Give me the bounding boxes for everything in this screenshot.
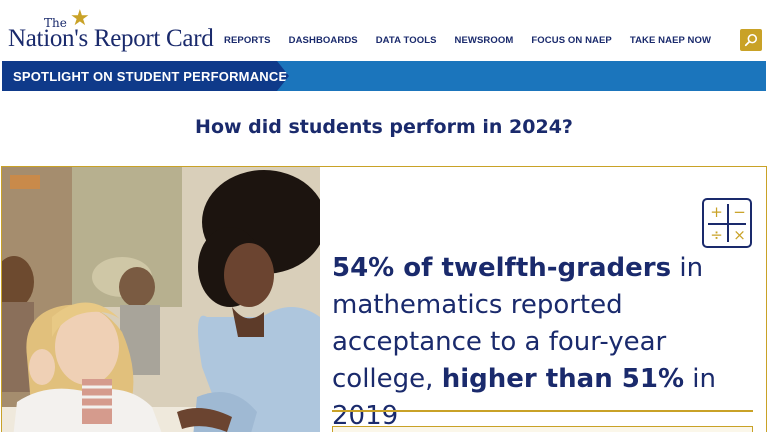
- stat-highlight-1: 54% of twelfth-graders: [332, 253, 672, 283]
- nav-reports[interactable]: REPORTS: [224, 35, 271, 46]
- search-icon: [744, 33, 758, 47]
- nav-focus-on-naep[interactable]: FOCUS ON NAEP: [531, 35, 611, 46]
- main-nav: REPORTS DASHBOARDS DATA TOOLS NEWSROOM F…: [224, 35, 729, 46]
- logo-main-text: Nation's Report Card: [8, 25, 214, 52]
- nav-data-tools[interactable]: DATA TOOLS: [376, 35, 437, 46]
- search-button[interactable]: [740, 29, 762, 51]
- nav-newsroom[interactable]: NEWSROOM: [455, 35, 514, 46]
- nav-take-naep-now[interactable]: TAKE NAEP NOW: [630, 35, 711, 46]
- site-logo[interactable]: The ★ Nation's Report Card: [8, 6, 214, 53]
- calculator-icon: + − ÷ ×: [702, 198, 752, 248]
- minus-symbol: −: [733, 203, 746, 221]
- nav-dashboards[interactable]: DASHBOARDS: [289, 35, 358, 46]
- statistic-text: 54% of twelfth-graders in mathematics re…: [332, 250, 762, 432]
- spotlight-banner: SPOTLIGHT ON STUDENT PERFORMANCE: [2, 61, 766, 91]
- plus-symbol: +: [710, 203, 723, 221]
- site-header: The ★ Nation's Report Card REPORTS DASHB…: [0, 0, 768, 60]
- banner-label: SPOTLIGHT ON STUDENT PERFORMANCE: [2, 61, 289, 91]
- section-title: How did students perform in 2024?: [195, 116, 573, 138]
- banner-title: SPOTLIGHT ON STUDENT PERFORMANCE: [13, 68, 288, 84]
- card-divider: [332, 410, 753, 412]
- next-panel: [332, 426, 753, 432]
- stat-highlight-2: higher than 51%: [441, 364, 685, 394]
- multiply-symbol: ×: [733, 226, 746, 244]
- students-photo: [2, 167, 320, 432]
- divide-symbol: ÷: [710, 226, 723, 244]
